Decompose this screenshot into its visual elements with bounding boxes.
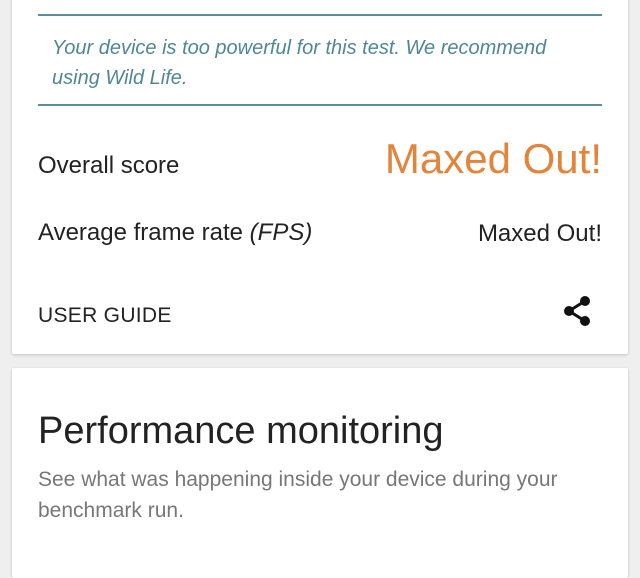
performance-monitoring-description: See what was happening inside your devic… [38, 468, 558, 522]
overall-score-value: Maxed Out! [384, 135, 602, 182]
notice-text: Your device is too powerful for this tes… [52, 37, 547, 89]
average-fps-label: Average frame rate (FPS) [38, 219, 312, 247]
overall-score-label: Overall score [38, 152, 180, 179]
performance-monitoring-card[interactable]: Performance monitoring See what was happ… [12, 368, 628, 578]
device-notice: Your device is too powerful for this tes… [38, 14, 602, 106]
share-button[interactable] [560, 294, 594, 328]
fps-label-text: Average frame rate [38, 219, 250, 246]
share-icon [564, 296, 590, 326]
average-fps-value: Maxed Out! [477, 220, 602, 247]
performance-monitoring-title: Performance monitoring [38, 410, 444, 452]
result-card: Your device is too powerful for this tes… [12, 0, 628, 354]
user-guide-button[interactable]: USER GUIDE [38, 304, 172, 328]
fps-unit: (FPS) [249, 219, 313, 246]
